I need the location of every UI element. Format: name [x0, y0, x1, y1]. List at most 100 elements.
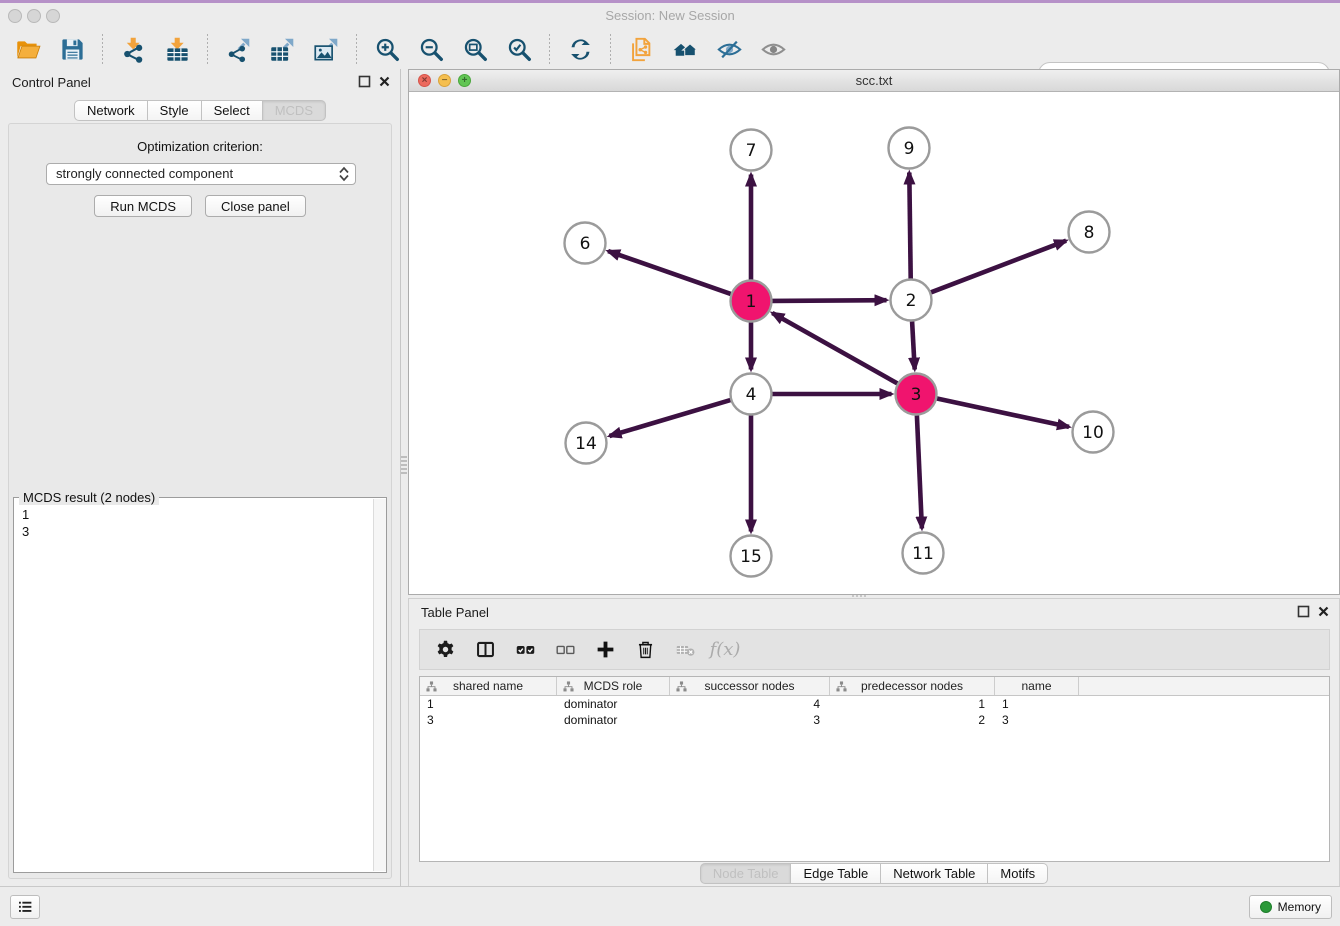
table-tab-motifs[interactable]: Motifs	[988, 863, 1048, 884]
criterion-dropdown[interactable]: strongly connected component	[46, 163, 356, 185]
edge-2-3[interactable]	[912, 322, 915, 370]
open-session-button[interactable]	[11, 33, 45, 65]
cell-predecessor-nodes[interactable]: 1	[830, 696, 995, 712]
edge-2-8[interactable]	[931, 241, 1066, 293]
close-panel-mcds-button[interactable]: Close panel	[205, 195, 306, 217]
export-network-button[interactable]	[221, 33, 255, 65]
show-columns-button[interactable]	[472, 637, 498, 663]
zoom-out-button[interactable]	[414, 33, 448, 65]
table-panel: Table Panel f(x) shared nameMCDS rolesuc…	[408, 598, 1340, 889]
task-history-button[interactable]	[10, 895, 40, 919]
table-header-row: shared nameMCDS rolesuccessor nodesprede…	[420, 677, 1329, 696]
table-body: 1dominator4113dominator323	[420, 696, 1329, 728]
edge-3-10[interactable]	[937, 399, 1069, 427]
cell-successor-nodes[interactable]: 3	[670, 712, 830, 728]
zoom-fit-icon	[462, 36, 489, 63]
export-table-button[interactable]	[265, 33, 299, 65]
status-bar: Memory	[0, 886, 1340, 926]
node-9[interactable]: 9	[889, 128, 930, 169]
column-header-successor-nodes[interactable]: successor nodes	[670, 677, 830, 695]
save-session-button[interactable]	[55, 33, 89, 65]
control-tab-mcds[interactable]: MCDS	[263, 100, 326, 121]
mcds-result-group: MCDS result (2 nodes) 13	[13, 497, 387, 873]
edge-4-14[interactable]	[610, 400, 731, 436]
node-15[interactable]: 15	[731, 536, 772, 577]
optimization-criterion-label: Optimization criterion:	[9, 139, 391, 154]
table-tab-network-table[interactable]: Network Table	[881, 863, 988, 884]
node-11[interactable]: 11	[903, 533, 944, 574]
zoom-in-button[interactable]	[370, 33, 404, 65]
memory-button[interactable]: Memory	[1249, 895, 1332, 919]
network-canvas[interactable]: 7 9 6 8 1 2 4 3 14 10 15 11	[409, 92, 1339, 594]
table-tab-node-table[interactable]: Node Table	[700, 863, 792, 884]
close-panel-button[interactable]	[377, 75, 392, 90]
node-table[interactable]: shared nameMCDS rolesuccessor nodesprede…	[419, 676, 1330, 862]
houses-button[interactable]	[668, 33, 702, 65]
column-header-MCDS-role[interactable]: MCDS role	[557, 677, 670, 695]
export-network-icon	[225, 36, 252, 63]
column-namespace-icon	[836, 681, 847, 692]
node-7[interactable]: 7	[731, 130, 772, 171]
node-4[interactable]: 4	[731, 374, 772, 415]
export-image-button[interactable]	[309, 33, 343, 65]
column-header-predecessor-nodes[interactable]: predecessor nodes	[830, 677, 995, 695]
add-column-button[interactable]	[592, 637, 618, 663]
table-row[interactable]: 3dominator323	[420, 712, 1329, 728]
delete-columns-button[interactable]	[632, 637, 658, 663]
cell-shared-name[interactable]: 3	[420, 712, 557, 728]
node-14[interactable]: 14	[566, 423, 607, 464]
refresh-button[interactable]	[563, 33, 597, 65]
cell-name[interactable]: 1	[995, 696, 1079, 712]
select-all-button[interactable]	[512, 637, 538, 663]
node-8[interactable]: 8	[1069, 212, 1110, 253]
toolbar-separator	[207, 34, 208, 64]
cell-MCDS-role[interactable]: dominator	[557, 696, 670, 712]
table-toolbar: f(x)	[419, 629, 1330, 670]
node-3[interactable]: 3	[896, 374, 937, 415]
svg-text:9: 9	[904, 139, 915, 159]
node-6[interactable]: 6	[565, 223, 606, 264]
hide-selected-button[interactable]	[712, 33, 746, 65]
import-network-button[interactable]	[116, 33, 150, 65]
import-network-icon	[120, 36, 147, 63]
node-2[interactable]: 2	[891, 280, 932, 321]
edge-2-9[interactable]	[909, 173, 910, 279]
run-mcds-button[interactable]: Run MCDS	[94, 195, 192, 217]
show-all-button[interactable]	[756, 33, 790, 65]
vertical-splitter-grip[interactable]	[401, 456, 407, 474]
result-scrollbar[interactable]	[373, 499, 386, 871]
import-table-button[interactable]	[160, 33, 194, 65]
edge-1-2[interactable]	[773, 300, 887, 301]
edge-1-6[interactable]	[608, 251, 731, 294]
table-mode-button[interactable]	[432, 637, 458, 663]
table-row[interactable]: 1dominator411	[420, 696, 1329, 712]
cell-predecessor-nodes[interactable]: 2	[830, 712, 995, 728]
cell-name[interactable]: 3	[995, 712, 1079, 728]
node-1[interactable]: 1	[731, 281, 772, 322]
refresh-icon	[567, 36, 594, 63]
cell-successor-nodes[interactable]: 4	[670, 696, 830, 712]
node-10[interactable]: 10	[1073, 412, 1114, 453]
svg-text:15: 15	[740, 547, 762, 567]
zoom-fit-button[interactable]	[458, 33, 492, 65]
control-tab-select[interactable]: Select	[202, 100, 263, 121]
table-tab-edge-table[interactable]: Edge Table	[791, 863, 881, 884]
zoom-selected-button[interactable]	[502, 33, 536, 65]
close-table-panel-button[interactable]	[1316, 605, 1331, 620]
edge-3-11[interactable]	[917, 416, 922, 529]
delete-table-button	[672, 637, 698, 663]
deselect-all-button[interactable]	[552, 637, 578, 663]
toolbar-icon-group	[6, 33, 795, 65]
control-tab-style[interactable]: Style	[148, 100, 202, 121]
network-from-selection-button[interactable]	[624, 33, 658, 65]
float-icon	[358, 75, 371, 88]
delete-columns-icon	[635, 639, 656, 660]
control-tab-network[interactable]: Network	[74, 100, 148, 121]
edge-3-1[interactable]	[772, 313, 897, 383]
column-header-name[interactable]: name	[995, 677, 1079, 695]
float-panel-button[interactable]	[357, 75, 372, 90]
column-header-shared-name[interactable]: shared name	[420, 677, 557, 695]
cell-shared-name[interactable]: 1	[420, 696, 557, 712]
float-table-panel-button[interactable]	[1296, 605, 1311, 620]
cell-MCDS-role[interactable]: dominator	[557, 712, 670, 728]
